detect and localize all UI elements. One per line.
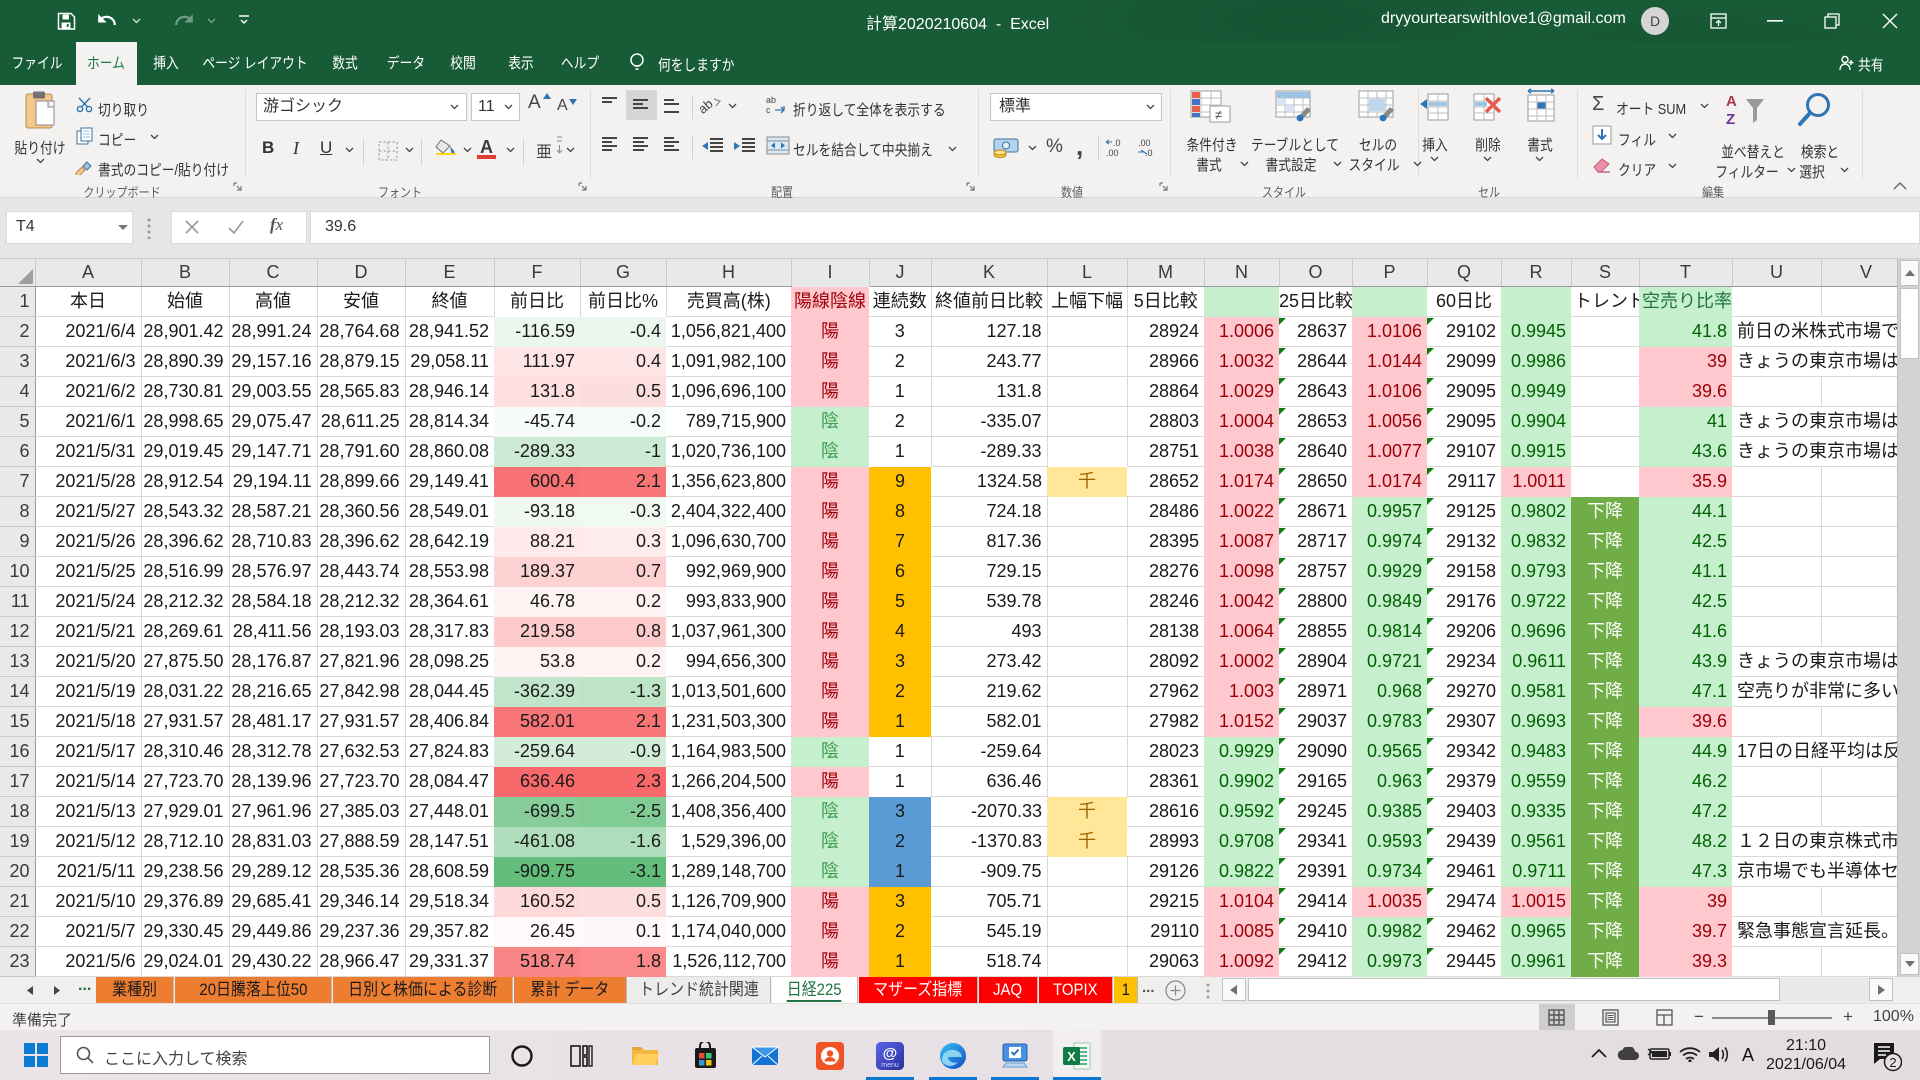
svg-text:ab: ab (700, 96, 716, 115)
svg-text:.00: .00 (1138, 138, 1151, 148)
svg-text:.00: .00 (1106, 148, 1119, 157)
svg-text:@: @ (883, 1045, 898, 1062)
svg-text:.0: .0 (1145, 148, 1153, 157)
svg-text:≠: ≠ (1215, 107, 1222, 122)
svg-text:.0: .0 (1113, 138, 1121, 148)
svg-text:2: 2 (1889, 1055, 1896, 1070)
svg-text:X: X (1067, 1049, 1076, 1064)
svg-text:menu: menu (881, 1062, 899, 1069)
svg-text:Z: Z (1726, 111, 1735, 128)
svg-text:c: c (766, 105, 771, 115)
svg-text:ab: ab (766, 95, 776, 105)
svg-text:A: A (1726, 93, 1737, 110)
